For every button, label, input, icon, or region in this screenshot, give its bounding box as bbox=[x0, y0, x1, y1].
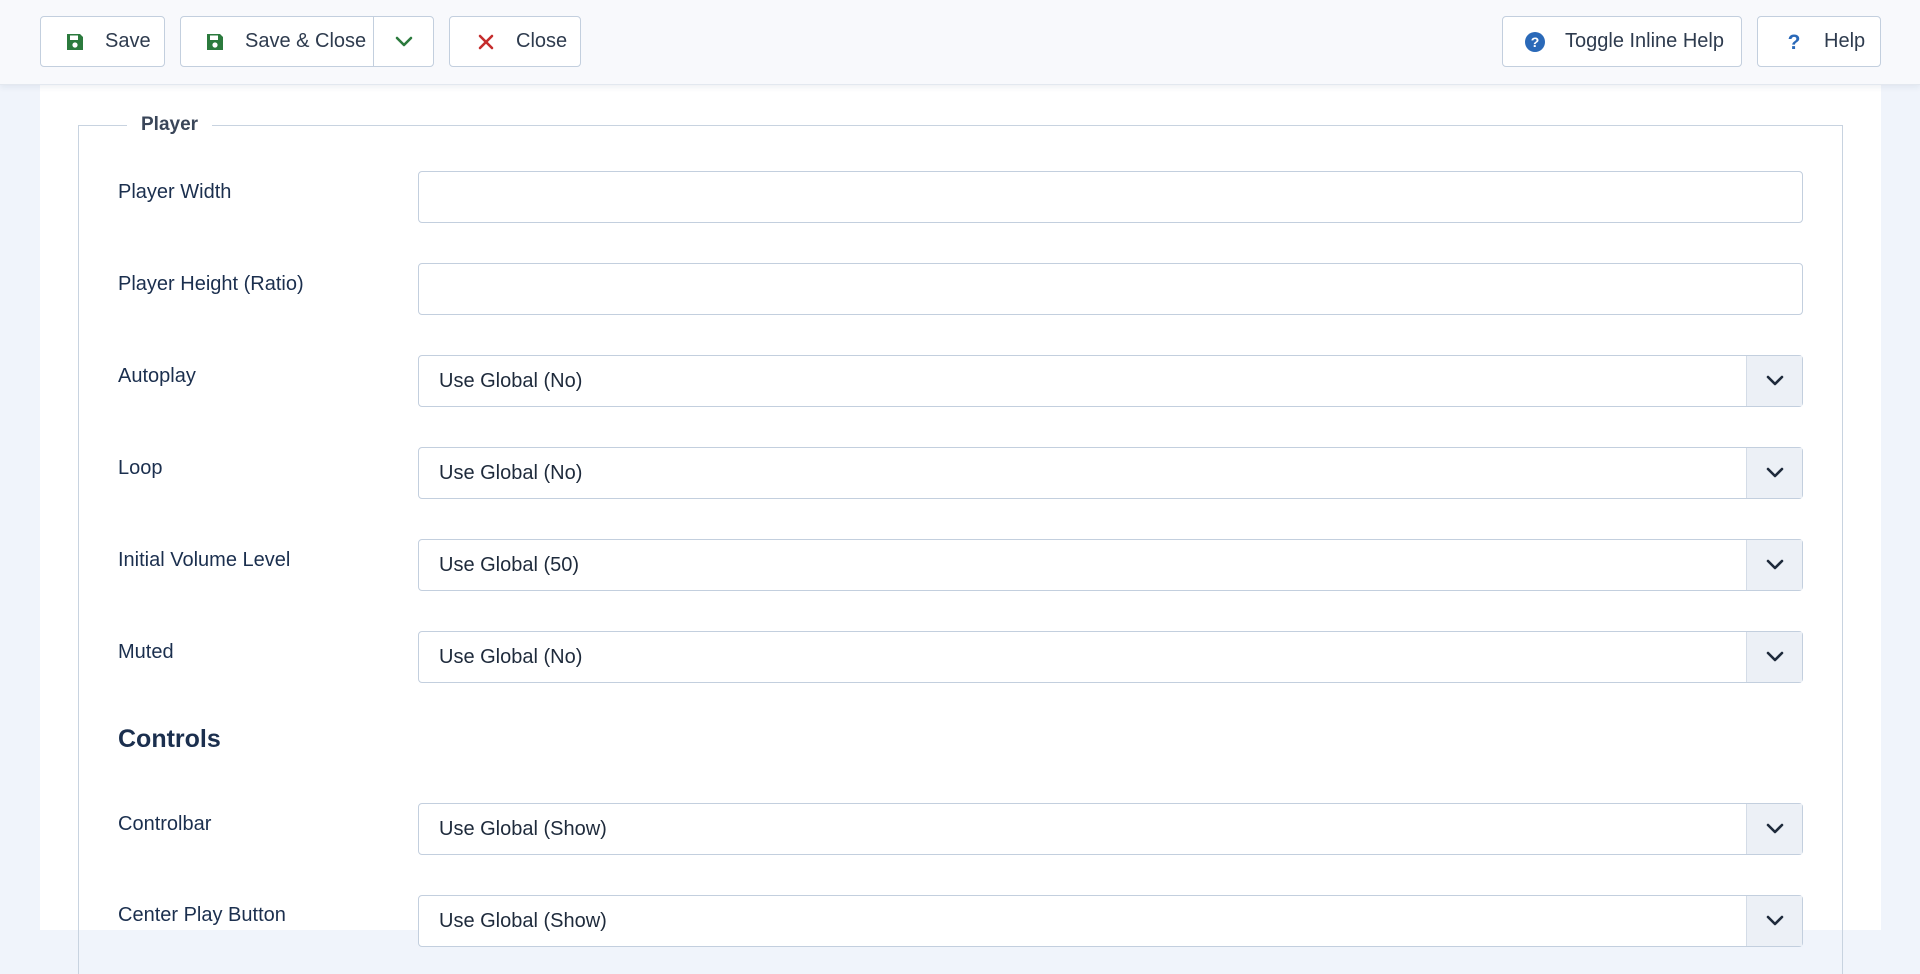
main-card: Player Player Width Player Height (Ratio… bbox=[40, 70, 1881, 974]
autoplay-select[interactable]: Use Global (No) bbox=[418, 355, 1803, 407]
chevron-down-icon bbox=[1766, 915, 1783, 926]
controlbar-value: Use Global (Show) bbox=[439, 818, 607, 840]
controls-section-heading: Controls bbox=[118, 725, 221, 753]
loop-label: Loop bbox=[118, 457, 163, 479]
controlbar-dropdown-arrow[interactable] bbox=[1746, 804, 1802, 854]
muted-select[interactable]: Use Global (No) bbox=[418, 631, 1803, 683]
center-play-button-select[interactable]: Use Global (Show) bbox=[418, 895, 1803, 947]
close-x-icon bbox=[474, 30, 498, 54]
chevron-down-icon bbox=[1766, 375, 1783, 386]
chevron-down-icon bbox=[395, 36, 413, 46]
loop-dropdown-arrow[interactable] bbox=[1746, 448, 1802, 498]
muted-dropdown-arrow[interactable] bbox=[1746, 632, 1802, 682]
help-button[interactable]: ? Help bbox=[1757, 16, 1881, 67]
autoplay-dropdown-arrow[interactable] bbox=[1746, 356, 1802, 406]
muted-label: Muted bbox=[118, 641, 174, 663]
save-close-button-label: Save & Close bbox=[245, 30, 367, 52]
autoplay-value: Use Global (No) bbox=[439, 370, 583, 392]
autoplay-label: Autoplay bbox=[118, 365, 196, 387]
player-height-field bbox=[418, 263, 1803, 315]
help-button-label: Help bbox=[1824, 30, 1866, 52]
floppy-disk-icon bbox=[203, 30, 227, 54]
player-width-label: Player Width bbox=[118, 181, 232, 203]
player-height-input[interactable] bbox=[419, 264, 1802, 314]
player-height-label: Player Height (Ratio) bbox=[118, 273, 304, 295]
question-mark-icon: ? bbox=[1782, 30, 1806, 54]
chevron-down-icon bbox=[1766, 467, 1783, 478]
center-play-button-dropdown-arrow[interactable] bbox=[1746, 896, 1802, 946]
player-width-field bbox=[418, 171, 1803, 223]
initial-volume-dropdown-arrow[interactable] bbox=[1746, 540, 1802, 590]
close-button[interactable]: Close bbox=[449, 16, 581, 67]
save-options-dropdown-toggle[interactable] bbox=[374, 17, 434, 66]
question-circle-icon: ? bbox=[1523, 30, 1547, 54]
chevron-down-icon bbox=[1766, 559, 1783, 570]
chevron-down-icon bbox=[1766, 823, 1783, 834]
close-button-label: Close bbox=[516, 30, 568, 52]
initial-volume-value: Use Global (50) bbox=[439, 554, 580, 576]
controlbar-label: Controlbar bbox=[118, 813, 212, 835]
svg-text:?: ? bbox=[1788, 31, 1801, 53]
controlbar-select[interactable]: Use Global (Show) bbox=[418, 803, 1803, 855]
center-play-button-value: Use Global (Show) bbox=[439, 910, 607, 932]
loop-select[interactable]: Use Global (No) bbox=[418, 447, 1803, 499]
muted-value: Use Global (No) bbox=[439, 646, 583, 668]
save-button[interactable]: Save bbox=[40, 16, 165, 67]
initial-volume-select[interactable]: Use Global (50) bbox=[418, 539, 1803, 591]
player-width-input[interactable] bbox=[419, 172, 1802, 222]
toggle-inline-help-button[interactable]: ? Toggle Inline Help bbox=[1502, 16, 1742, 67]
chevron-down-icon bbox=[1766, 651, 1783, 662]
loop-value: Use Global (No) bbox=[439, 462, 583, 484]
player-legend: Player bbox=[141, 114, 199, 135]
initial-volume-label: Initial Volume Level bbox=[118, 549, 291, 571]
svg-text:?: ? bbox=[1531, 34, 1540, 50]
save-button-label: Save bbox=[105, 30, 151, 52]
toggle-inline-help-label: Toggle Inline Help bbox=[1565, 30, 1724, 52]
toolbar: Save Save & Close Close ? Toggle Inline … bbox=[0, 0, 1920, 85]
save-close-button[interactable]: Save & Close bbox=[180, 16, 434, 67]
center-play-button-label: Center Play Button bbox=[118, 904, 286, 926]
floppy-disk-icon bbox=[63, 30, 87, 54]
